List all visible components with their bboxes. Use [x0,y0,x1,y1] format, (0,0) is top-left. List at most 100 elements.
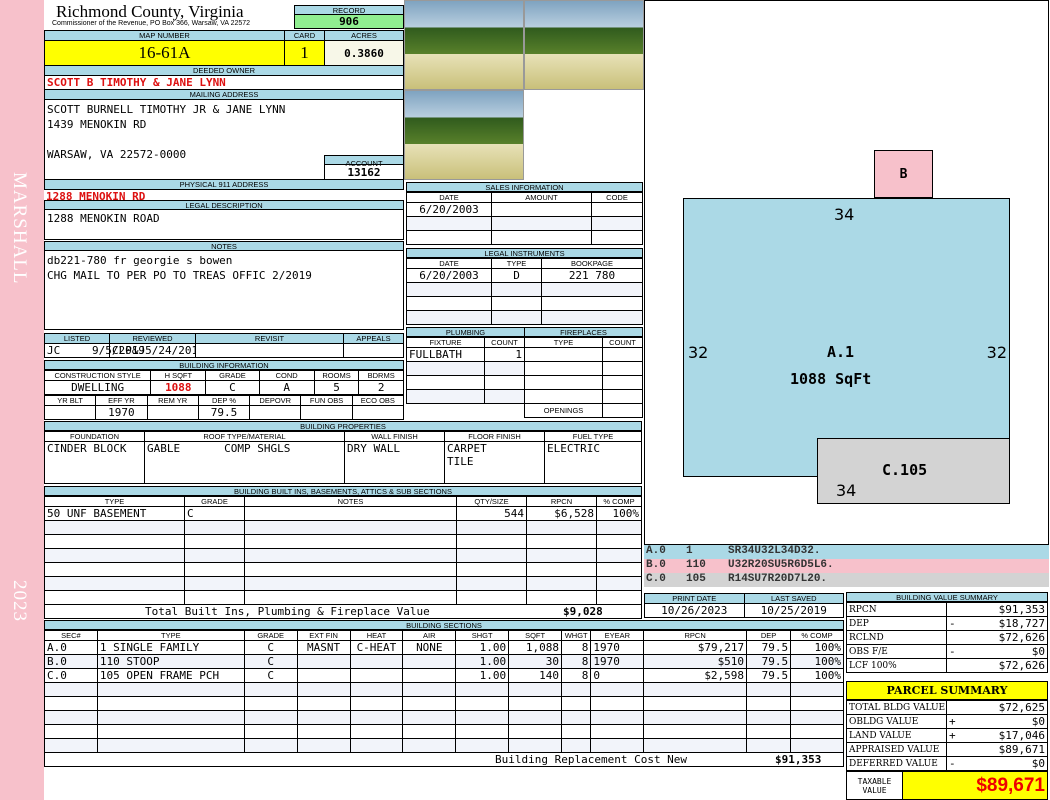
column-header: CODE [591,192,643,203]
section-row-cell [790,696,844,711]
openings-value [602,403,643,418]
appeals-header: APPEALS [343,333,404,344]
floor-finish: CARPET TILE [444,441,545,484]
legal-label: LEGAL DESCRIPTION [44,200,404,210]
office-address: Commissioner of the Revenue, PO Box 366,… [52,20,251,27]
section-row-cell [349,710,404,725]
sales-row-cell [406,216,492,231]
revisit-value [195,343,344,358]
column-header: FIXTURE [406,337,485,348]
column-header: EXT FIN [296,630,351,641]
builtin-row-cell [596,590,642,605]
summary-operator: - [946,756,965,771]
dates-box: PRINT DATE LAST SAVED 10/26/2023 10/25/201… [644,593,844,618]
property-photo-2[interactable] [524,0,644,90]
sketch-section-a[interactable]: 34 32 32 A.1 1088 SqFt [683,198,1010,477]
section-row-cell [296,724,351,739]
building-properties: BUILDING PROPERTIES FOUNDATION ROOF TYPE/… [44,421,642,484]
builtins-label: BUILDING BUILT INS, BASEMENTS, ATTICS & … [44,486,642,496]
summary-value: $18,727 [964,616,1048,631]
summary-value: $91,353 [964,602,1048,617]
properties-header: FLOOR FINISH [444,431,545,442]
dim-right: 32 [986,343,1007,362]
properties-header: FOUNDATION [44,431,145,442]
county-title: Richmond County, Virginia [56,2,244,21]
owner-name: SCOTT B TIMOTHY & JANE LYNN [44,76,404,90]
summary-row: TOTAL BLDG VALUE $72,625 [846,700,1048,715]
instrument-row-cell [541,296,643,311]
builtin-row-cell [526,534,597,549]
section-row-cell [349,682,404,697]
taxable-value: $89,671 [902,771,1048,800]
builtin-row-cell [244,520,457,535]
section-row-cell [96,696,245,711]
plumbing-row [406,389,525,404]
section-row-cell [44,682,98,697]
summary-label: RPCN [846,602,947,617]
summary-value: $0 [964,644,1048,659]
plumbing-row-cell: 1 [484,347,525,362]
sketch-label-b: B [899,167,908,182]
section-row-cell [643,724,748,739]
fp-count-header: COUNT [602,337,643,348]
roof: GABLE COMP SHGLS [144,441,345,484]
column-header: SHGT [455,630,510,641]
plumbing-row-cell [406,361,485,376]
builtin-row-cell: C [184,506,245,521]
instrument-row [406,296,643,311]
property-photo-1[interactable] [404,0,524,90]
instrument-row-cell [406,282,492,297]
builtin-row-cell [596,520,642,535]
section-row-cell [455,696,510,711]
acres-value: 0.3860 [324,40,404,66]
builtin-row-cell [526,576,597,591]
building-sketch[interactable]: B 34 32 32 A.1 1088 SqFt C.105 34 [644,0,1049,545]
builtin-row-cell [596,534,642,549]
column-header: DEP [746,630,792,641]
summary-value: $0 [964,714,1048,729]
section-row-cell [455,682,510,697]
account-box: ACCOUNT 13162 [324,155,404,180]
summary-label: LCF 100% [846,658,947,673]
section-row-cell [560,724,592,739]
plumbing-row-cell [406,375,485,390]
section-row-cell: 30 [508,654,562,669]
notes-box: NOTES db221-780 fr georgie s bowen CHG MA… [44,241,404,330]
section-row-cell [296,710,351,725]
owner-label: DEEDED OWNER [44,66,404,76]
sections-total-row: Building Replacement Cost New $91,353 [44,753,844,767]
builtin-row-cell [184,576,245,591]
section-row-cell [590,696,645,711]
building-sections: BUILDING SECTIONS SEC# TYPE GRADE EXT FIN HE… [44,620,844,767]
instrument-row [406,310,643,325]
parcel-summary-label: PARCEL SUMMARY [846,681,1048,700]
roof-type: GABLE [147,442,181,456]
instrument-row-cell [491,310,542,325]
sketch-section-c[interactable]: C.105 34 [817,438,1010,504]
instrument-row-cell: 221 780 [541,268,643,283]
section-row-cell [790,738,844,753]
rooms: 5 [313,380,360,395]
summary-row: LAND VALUE + $17,046 [846,728,1048,743]
builtin-row-cell [44,520,185,535]
card-number: 1 [284,40,325,66]
column-header: GRADE [184,496,245,507]
section-row-cell [243,682,298,697]
sketch-code-row: C.0 105 R14SU7R20D7L20. [644,573,1049,587]
section-row-cell [349,696,404,711]
section-row [44,696,844,711]
summary-label: APPRAISED VALUE [846,742,947,757]
record-number: 906 [294,15,404,29]
sketch-section-b[interactable]: B [874,150,933,198]
builtin-row: 50 UNF BASEMENT C 544 $6,528 100% [44,506,642,521]
section-row-cell [96,738,245,753]
section-row-cell [402,710,457,725]
property-photo-3[interactable] [404,90,524,180]
district-name: MARSHALL [9,172,30,285]
revisit-header: REVISIT [195,333,344,344]
section-row-cell [44,724,98,739]
instrument-row [406,282,643,297]
section-row-cell: 110 STOOP [96,654,245,669]
building-info-header: BDRMS [358,370,404,381]
functional-obs [300,405,353,420]
